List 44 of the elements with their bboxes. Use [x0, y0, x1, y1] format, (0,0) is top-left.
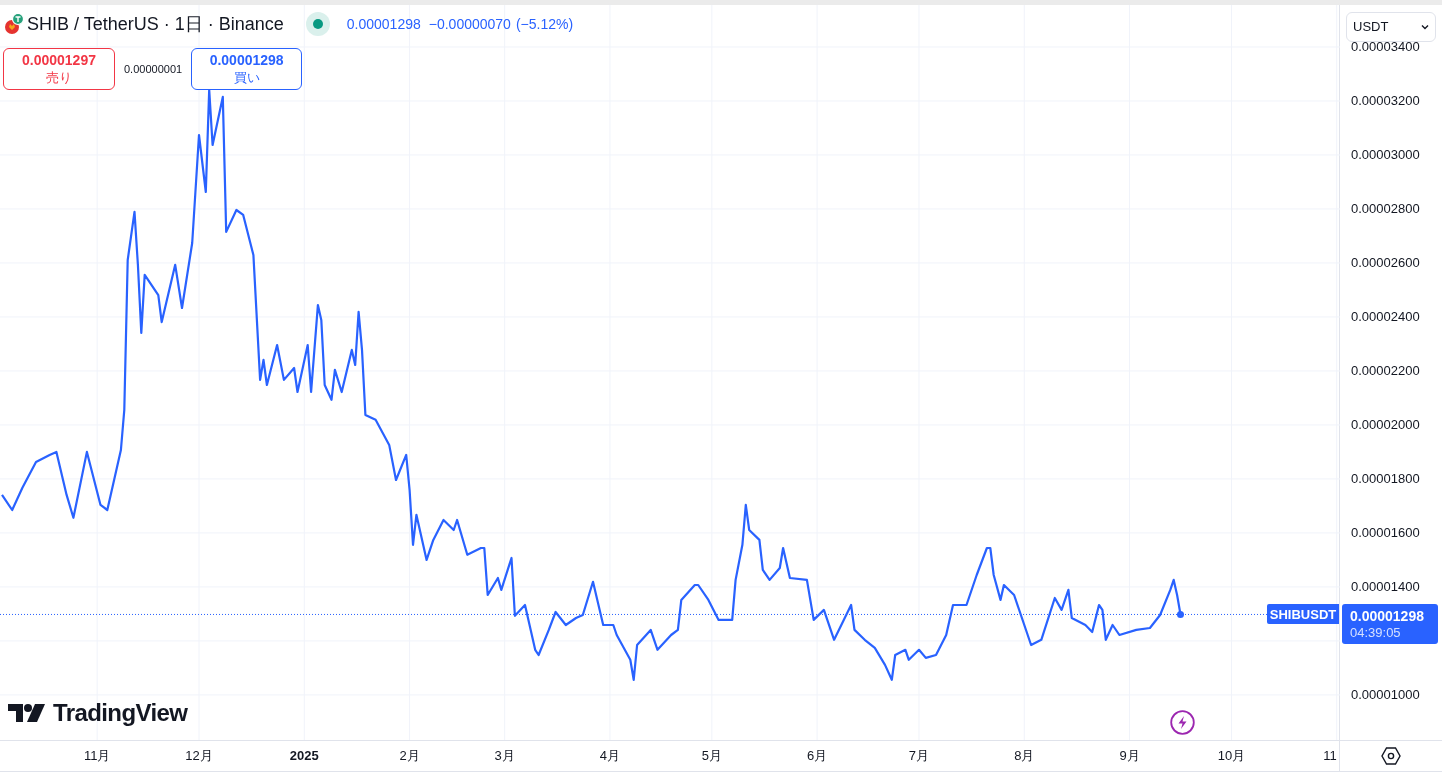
axis-time-label: 6月: [807, 749, 828, 762]
symbol-tag: SHIBUSDT: [1267, 604, 1339, 625]
axis-price-label: 0.00003200: [1351, 93, 1420, 107]
axis-price-label: 0.00001400: [1351, 579, 1420, 593]
currency-select[interactable]: USDT: [1346, 12, 1436, 42]
coin-logo-icon: [4, 13, 24, 35]
countdown-timer: 04:39:05: [1350, 625, 1402, 642]
axis-price-label: 0.00001600: [1351, 525, 1420, 539]
spread-value: 0.00000001: [124, 61, 183, 77]
price-change: −0.00000070: [428, 14, 511, 34]
axis-price-label: 0.00002400: [1351, 309, 1420, 323]
axis-price-label: 0.00002600: [1351, 255, 1420, 269]
axis-time-label: 10月: [1217, 749, 1246, 762]
axis-price-label: 0.00001000: [1351, 687, 1420, 701]
axis-price-label: 0.00002800: [1351, 201, 1420, 215]
axis-time-label: 3月: [494, 749, 515, 762]
axis-price-label: 0.00003000: [1351, 147, 1420, 161]
axis-price-label: 0.00001800: [1351, 471, 1420, 485]
last-price-value: 0.00001298: [1350, 607, 1425, 626]
brand-name: TradingView: [53, 701, 188, 725]
axis-time-label: 9月: [1119, 749, 1140, 762]
lightning-icon[interactable]: [1170, 710, 1195, 735]
caret-icon: [1421, 24, 1429, 30]
axis-price-label: 0.00003400: [1351, 39, 1420, 53]
price-change-percent: (−5.12%): [515, 14, 574, 34]
axis-price-label: 0.00002200: [1351, 363, 1420, 377]
symbol-title: SHIB / TetherUS · 1日 · Binance: [27, 15, 284, 33]
axis-time-label: 4月: [599, 749, 621, 762]
axis-time-label: 11: [1323, 749, 1337, 762]
market-status-icon: [305, 12, 330, 36]
logo-icon: [8, 703, 46, 723]
settings-icon[interactable]: [1381, 747, 1401, 765]
axis-time-label: 2025: [289, 749, 319, 762]
axis-price-label: 0.00002000: [1351, 417, 1420, 431]
axis-time-label: 5月: [701, 749, 722, 762]
last-price: 0.00001298: [346, 14, 421, 34]
axis-time-label: 2月: [399, 749, 420, 762]
axis-time-label: 8月: [1014, 749, 1035, 762]
axis-time-label: 11月: [83, 749, 111, 762]
axis-time-label: 12月: [185, 749, 213, 762]
axis-time-label: 7月: [908, 749, 930, 762]
buy-button[interactable]: 0.00001298 買い: [191, 48, 303, 90]
sell-button[interactable]: 0.00001297 売り: [3, 48, 115, 90]
last-price-dot: [1177, 610, 1184, 618]
